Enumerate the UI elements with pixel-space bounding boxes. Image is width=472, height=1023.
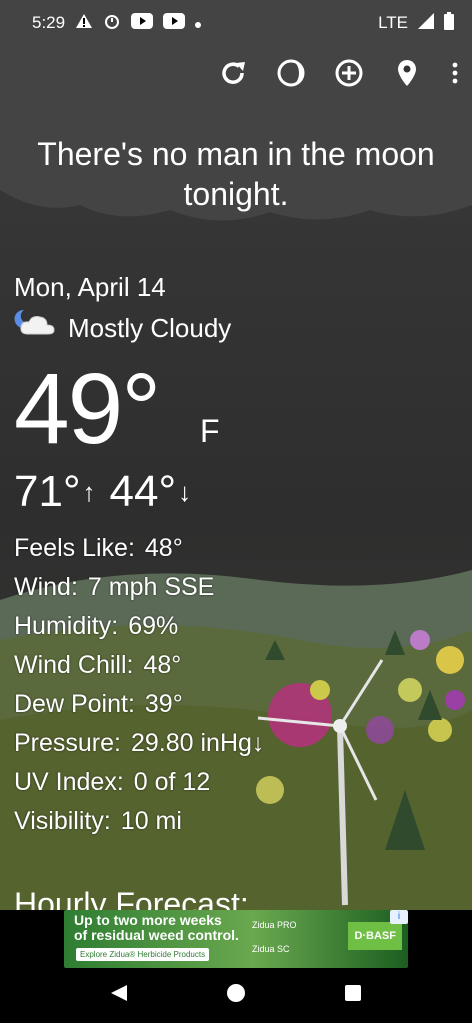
weather-details: Feels Like: 48° Wind: 7 mph SSE Humidity: 6… (14, 529, 264, 841)
ad-brand-logo: D·BASF (348, 922, 402, 950)
hourly-forecast-heading: Hourly Forecast: (14, 886, 249, 910)
more-vert-icon[interactable] (450, 58, 460, 88)
condition-row: Mostly Cloudy (14, 306, 264, 349)
ad-product-1: Zidua PRO (252, 920, 297, 930)
system-nav-bar (0, 968, 472, 1023)
signal-icon (418, 12, 434, 34)
banner-ad[interactable]: Up to two more weeks of residual weed co… (64, 910, 408, 968)
add-location-icon[interactable] (334, 58, 364, 88)
arrow-up-icon: ↑ (82, 477, 96, 507)
ad-headline: Up to two more weeks of residual weed co… (74, 912, 239, 943)
condition-label: Mostly Cloudy (68, 312, 232, 343)
detail-dew-point: Dew Point: 39° (14, 690, 183, 718)
youtube-icon (131, 12, 154, 34)
current-temperature: 49° (14, 353, 161, 465)
high-temperature: 71° (14, 467, 81, 516)
ad-info-icon[interactable]: i (390, 910, 408, 924)
detail-wind: Wind: 7 mph SSE (14, 573, 215, 601)
detail-pressure: Pressure: 29.80 inHg↓ (14, 729, 265, 757)
clock: 5:29 (32, 13, 66, 32)
detail-wind-chill: Wind Chill: 48° (14, 651, 182, 679)
refresh-icon[interactable] (218, 58, 248, 88)
ad-product-2: Zidua SC (252, 944, 290, 954)
high-low-row: 71° ↑ 44° ↓ (14, 465, 264, 519)
toolbar (218, 58, 460, 88)
home-icon[interactable] (226, 983, 246, 1008)
moon-phase-icon[interactable] (276, 58, 306, 88)
partly-cloudy-night-icon (14, 306, 58, 349)
battery-icon (444, 11, 454, 35)
temperature-row: 49° F (14, 353, 264, 465)
arrow-down-icon: ↓ (178, 477, 192, 507)
detail-feels-like: Feels Like: 48° (14, 534, 183, 562)
ad-cta[interactable]: Explore Zidua® Herbicide Products (76, 948, 210, 961)
low-temperature: 44° (109, 467, 177, 516)
temperature-unit: F (200, 413, 220, 449)
recents-icon[interactable] (343, 983, 363, 1008)
date-label: Mon, April 14 (14, 272, 166, 302)
detail-uv-index: UV Index: 0 of 12 (14, 768, 211, 796)
detail-visibility: Visibility: 10 mi (14, 807, 182, 835)
status-bar: 5:29 LTE (0, 0, 472, 46)
youtube-icon (163, 12, 186, 34)
back-icon[interactable] (109, 983, 129, 1008)
detail-humidity: Humidity: 69% (14, 612, 179, 640)
alarm-icon (103, 12, 121, 35)
dot-icon (195, 13, 202, 33)
moon-tagline: There's no man in the moon tonight. (0, 134, 472, 214)
network-type: LTE (378, 13, 408, 32)
current-weather: Mon, April 14 Mostly Cloudy 49° F 71° ↑ … (14, 268, 264, 841)
location-pin-icon[interactable] (392, 58, 422, 88)
warning-icon (75, 13, 93, 34)
tagline-line-2: tonight. (183, 176, 289, 212)
tagline-line-1: There's no man in the moon (37, 136, 435, 172)
